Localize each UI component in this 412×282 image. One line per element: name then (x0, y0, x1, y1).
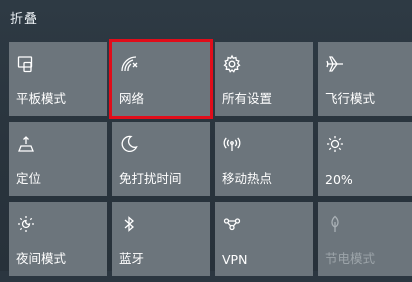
tile-label: 20% (325, 172, 353, 187)
tile-label: VPN (222, 252, 248, 267)
location-icon (16, 134, 36, 154)
tile-brightness[interactable]: 20% (318, 122, 412, 196)
tile-label: 飞行模式 (325, 91, 376, 106)
tile-location[interactable]: 定位 (9, 122, 107, 196)
tile-label: 移动热点 (222, 171, 273, 186)
night-light-icon (16, 214, 36, 234)
battery-saver-icon (325, 214, 345, 234)
tile-airplane-mode[interactable]: 飞行模式 (318, 42, 412, 116)
tile-mobile-hotspot[interactable]: 移动热点 (215, 122, 313, 196)
tile-all-settings[interactable]: 所有设置 (215, 42, 313, 116)
tablet-mode-icon (16, 54, 36, 74)
tile-vpn[interactable]: VPN (215, 202, 313, 276)
tile-label: 蓝牙 (119, 251, 145, 266)
tile-label: 节电模式 (325, 251, 376, 266)
gear-icon (222, 54, 242, 74)
tile-night-light[interactable]: 夜间模式 (9, 202, 107, 276)
tile-quiet-hours[interactable]: 免打扰时间 (112, 122, 210, 196)
moon-icon (119, 134, 139, 154)
tile-label: 定位 (16, 171, 42, 186)
tile-network[interactable]: 网络 (109, 39, 213, 119)
tile-label: 网络 (119, 91, 145, 106)
tile-tablet-mode[interactable]: 平板模式 (9, 42, 107, 116)
hotspot-icon (222, 134, 242, 154)
network-icon (119, 54, 139, 74)
brightness-icon (325, 134, 345, 154)
vpn-icon (222, 214, 242, 234)
airplane-icon (325, 54, 345, 74)
quick-actions-grid: 平板模式 网络 所有设置 飞行模式 定位 免打扰时间 移动热点 20% 夜间模式… (9, 39, 412, 282)
tile-bluetooth[interactable]: 蓝牙 (112, 202, 210, 276)
tile-label: 夜间模式 (16, 251, 67, 266)
collapse-button[interactable]: 折叠 (10, 8, 38, 27)
tile-label: 免打扰时间 (119, 171, 182, 186)
bluetooth-icon (119, 214, 139, 234)
tile-label: 所有设置 (222, 91, 273, 106)
tile-battery-saver[interactable]: 节电模式 (318, 202, 412, 276)
tile-label: 平板模式 (16, 91, 67, 106)
